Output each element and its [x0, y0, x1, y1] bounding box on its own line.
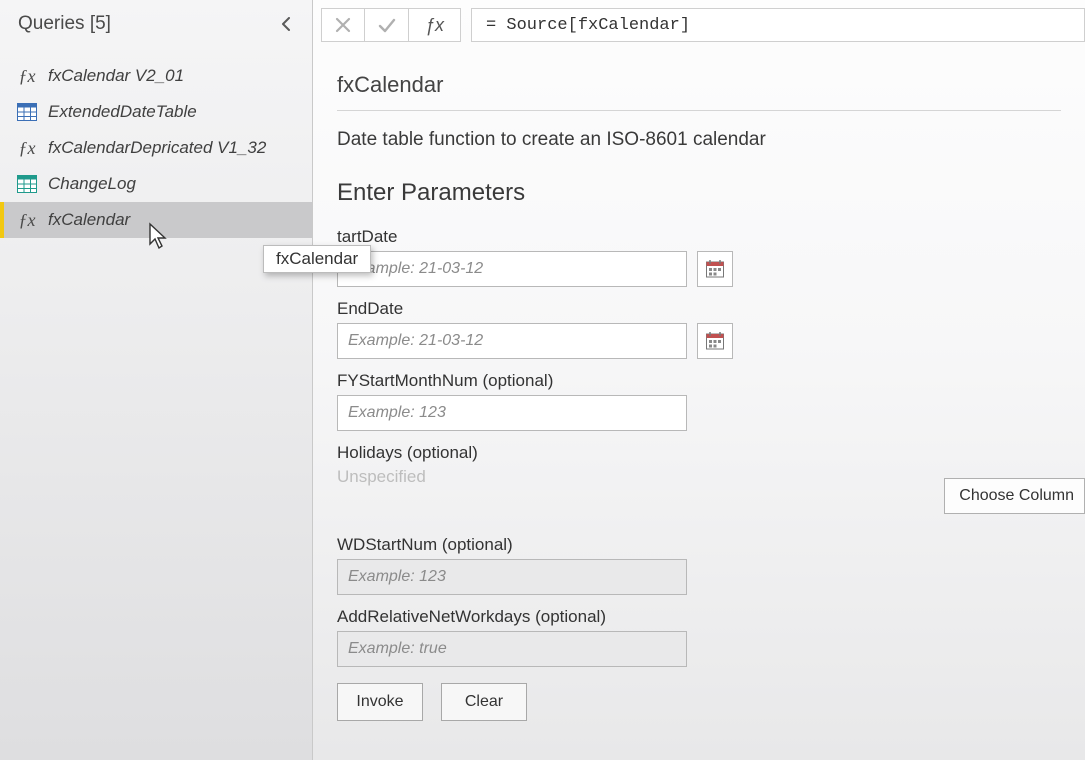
query-item-label: ChangeLog	[48, 174, 136, 194]
query-item-label: fxCalendar	[48, 210, 130, 230]
chevron-left-icon	[280, 17, 292, 31]
queries-title: Queries	[18, 13, 85, 34]
function-name: fxCalendar	[337, 72, 1061, 98]
fx-icon: ƒx	[409, 8, 461, 42]
query-list: ƒx fxCalendar V2_01 ExtendedDateTable	[0, 58, 312, 238]
check-icon	[378, 17, 396, 33]
cancel-formula-button[interactable]	[321, 8, 365, 42]
param-label: EndDate	[337, 299, 1061, 319]
param-wdstartnum: WDStartNum (optional)	[337, 535, 1061, 595]
param-label: WDStartNum (optional)	[337, 535, 1061, 555]
choose-column-button[interactable]: Choose Column	[944, 478, 1085, 514]
parameters-heading: Enter Parameters	[337, 179, 1061, 207]
query-item-changelog[interactable]: ChangeLog	[0, 166, 312, 202]
param-label: FYStartMonthNum (optional)	[337, 371, 1061, 391]
param-startdate: tartDate	[337, 227, 1061, 287]
startdate-datepicker-button[interactable]	[697, 251, 733, 287]
formula-text: = Source[fxCalendar]	[486, 16, 690, 35]
close-icon	[335, 17, 351, 33]
fx-icon: ƒx	[16, 65, 38, 87]
collapse-sidebar-button[interactable]	[274, 12, 298, 36]
query-item-fxcalendar-v2-01[interactable]: ƒx fxCalendar V2_01	[0, 58, 312, 94]
query-item-label: fxCalendar V2_01	[48, 66, 184, 86]
function-description: Date table function to create an ISO-860…	[337, 129, 1061, 151]
enddate-input[interactable]	[337, 323, 687, 359]
calendar-icon	[705, 259, 725, 279]
queries-sidebar: Queries [5] ƒx fxCalendar V2_01	[0, 0, 313, 760]
queries-header: Queries [5]	[0, 0, 312, 48]
query-item-label: ExtendedDateTable	[48, 102, 197, 122]
calendar-icon	[705, 331, 725, 351]
param-addrelativenetworkdays: AddRelativeNetWorkdays (optional)	[337, 607, 1061, 667]
param-label: Holidays (optional)	[337, 443, 1061, 463]
divider	[337, 110, 1061, 111]
param-label: tartDate	[337, 227, 1061, 247]
enddate-datepicker-button[interactable]	[697, 323, 733, 359]
fx-icon: ƒx	[16, 137, 38, 159]
formula-input[interactable]: = Source[fxCalendar]	[471, 8, 1085, 42]
table-icon	[16, 173, 38, 195]
addrelativenetworkdays-input[interactable]	[337, 631, 687, 667]
startdate-input[interactable]	[337, 251, 687, 287]
param-enddate: EndDate	[337, 299, 1061, 359]
choose-column-label: Choose Column	[959, 487, 1074, 505]
param-fystartmonthnum: FYStartMonthNum (optional)	[337, 371, 1061, 431]
fx-icon: ƒx	[16, 209, 38, 231]
query-tooltip: fxCalendar	[263, 245, 371, 273]
clear-button[interactable]: Clear	[441, 683, 527, 721]
commit-formula-button[interactable]	[365, 8, 409, 42]
param-label: AddRelativeNetWorkdays (optional)	[337, 607, 1061, 627]
query-item-fxcalendar[interactable]: ƒx fxCalendar	[0, 202, 312, 238]
query-item-fxcalendardepricated[interactable]: ƒx fxCalendarDepricated V1_32	[0, 130, 312, 166]
query-item-label: fxCalendarDepricated V1_32	[48, 138, 266, 158]
query-item-extendeddatetable[interactable]: ExtendedDateTable	[0, 94, 312, 130]
formula-bar: ƒx = Source[fxCalendar]	[313, 0, 1085, 50]
invoke-button[interactable]: Invoke	[337, 683, 423, 721]
fystartmonthnum-input[interactable]	[337, 395, 687, 431]
queries-count: [5]	[90, 13, 111, 34]
main-panel: ƒx = Source[fxCalendar] fxCalendar Date …	[313, 0, 1085, 760]
wdstartnum-input[interactable]	[337, 559, 687, 595]
table-icon	[16, 101, 38, 123]
